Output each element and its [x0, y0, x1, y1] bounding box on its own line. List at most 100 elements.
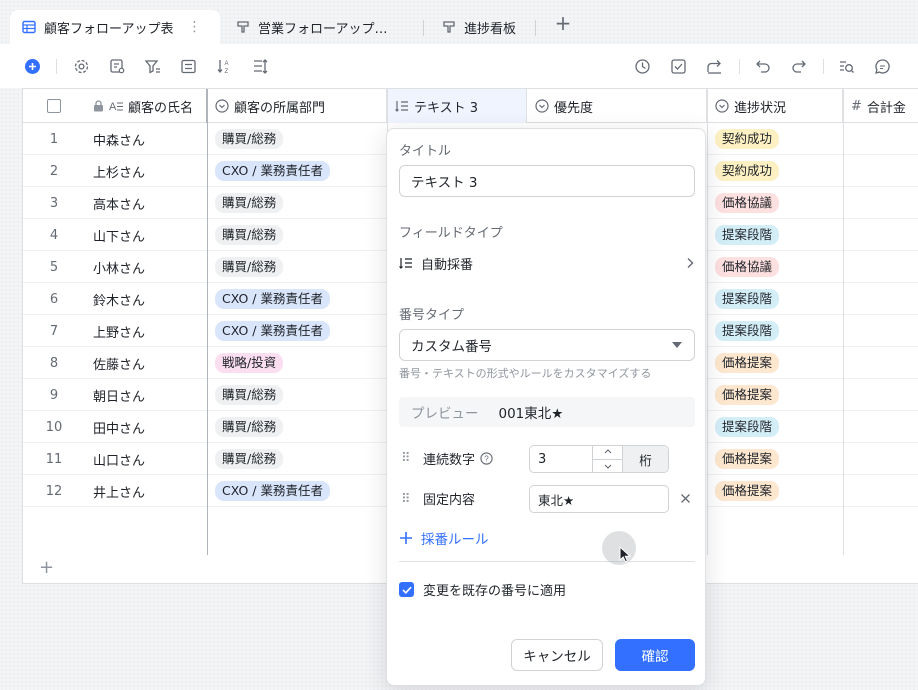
column-header-priority[interactable]: 優先度 — [527, 89, 707, 123]
settings-icon[interactable] — [73, 58, 90, 75]
add-tab-icon[interactable]: + — [554, 13, 572, 33]
add-rule-button[interactable]: 採番ルール — [399, 528, 489, 548]
column-header-status[interactable]: 進捗状況 — [707, 89, 843, 123]
sort-icon[interactable]: AZ — [216, 58, 233, 75]
status-cell[interactable]: 契約成功 — [707, 123, 843, 155]
tab-label: 顧客フォローアップ表 — [44, 21, 174, 37]
total-cell[interactable] — [843, 475, 918, 507]
seq-digits-stepper[interactable]: 3 桁 — [529, 445, 669, 473]
drag-handle-icon[interactable]: ⠿ — [401, 451, 411, 466]
number-type-select[interactable]: カスタム番号 — [399, 329, 695, 361]
help-icon[interactable]: ? — [480, 452, 493, 465]
undo-icon[interactable] — [755, 58, 772, 75]
total-cell[interactable] — [843, 411, 918, 443]
dept-cell[interactable]: 購買/総務 — [207, 219, 387, 251]
column-header-name[interactable]: A 顧客の氏名 — [85, 89, 207, 123]
customer-name-cell[interactable]: 鈴木さん — [85, 283, 207, 315]
status-cell[interactable]: 価格協議 — [707, 251, 843, 283]
field-settings-icon[interactable] — [109, 58, 126, 75]
status-cell[interactable]: 価格提案 — [707, 379, 843, 411]
checkbox-checked-icon[interactable] — [399, 582, 414, 597]
row-height-icon[interactable] — [252, 58, 269, 75]
dept-cell[interactable]: 購買/総務 — [207, 187, 387, 219]
tab-divider — [423, 20, 424, 36]
frozen-divider — [207, 89, 208, 555]
title-input[interactable]: テキスト 3 — [399, 165, 695, 197]
fixed-content-input[interactable]: 東北★ — [529, 485, 669, 513]
total-cell[interactable] — [843, 379, 918, 411]
total-cell[interactable] — [843, 123, 918, 155]
confirm-button[interactable]: 確認 — [615, 639, 695, 671]
filter-icon[interactable] — [144, 58, 161, 75]
customer-name-cell[interactable]: 山下さん — [85, 219, 207, 251]
customer-name-cell[interactable]: 田中さん — [85, 411, 207, 443]
customer-name-cell[interactable]: 上杉さん — [85, 155, 207, 187]
dept-cell[interactable]: 購買/総務 — [207, 411, 387, 443]
customer-name-cell[interactable]: 小林さん — [85, 251, 207, 283]
column-header-total[interactable]: # 合計金 — [843, 89, 918, 123]
dept-cell[interactable]: 購買/総務 — [207, 443, 387, 475]
total-cell[interactable] — [843, 187, 918, 219]
status-cell[interactable]: 価格提案 — [707, 475, 843, 507]
dept-cell[interactable]: 購買/総務 — [207, 379, 387, 411]
customer-name-cell[interactable]: 中森さん — [85, 123, 207, 155]
toolbar-divider — [739, 59, 740, 74]
add-row-icon[interactable]: + — [39, 557, 54, 578]
status-cell[interactable]: 提案段階 — [707, 315, 843, 347]
status-cell[interactable]: 契約成功 — [707, 155, 843, 187]
checklist-icon[interactable] — [670, 58, 687, 75]
customer-name-cell[interactable]: 高本さん — [85, 187, 207, 219]
stepper-up-icon[interactable] — [593, 446, 622, 460]
customer-name-cell[interactable]: 朝日さん — [85, 379, 207, 411]
dept-cell[interactable]: CXO / 業務責任者 — [207, 155, 387, 187]
dept-tag: 購買/総務 — [215, 417, 284, 437]
seq-label-text: 連続数字 — [423, 453, 476, 468]
redo-icon[interactable] — [790, 58, 807, 75]
customer-name: 高本さん — [93, 197, 146, 213]
dept-cell[interactable]: 購買/総務 — [207, 251, 387, 283]
dept-cell[interactable]: 戦略/投資 — [207, 347, 387, 379]
status-cell[interactable]: 提案段階 — [707, 283, 843, 315]
status-cell[interactable]: 提案段階 — [707, 411, 843, 443]
cancel-button[interactable]: キャンセル — [511, 639, 603, 671]
share-icon[interactable] — [706, 58, 723, 75]
dept-cell[interactable]: CXO / 業務責任者 — [207, 315, 387, 347]
field-type-selector[interactable]: 自動採番 — [399, 251, 695, 275]
seq-unit: 桁 — [622, 446, 668, 472]
customer-name-cell[interactable]: 山口さん — [85, 443, 207, 475]
total-cell[interactable] — [843, 315, 918, 347]
add-record-icon[interactable] — [24, 58, 41, 75]
total-cell[interactable] — [843, 251, 918, 283]
total-cell[interactable] — [843, 443, 918, 475]
status-cell[interactable]: 価格提案 — [707, 443, 843, 475]
dept-cell[interactable]: CXO / 業務責任者 — [207, 283, 387, 315]
tab-sales-followup[interactable]: 営業フォローアップ… — [224, 10, 399, 44]
total-cell[interactable] — [843, 219, 918, 251]
status-cell[interactable]: 価格協議 — [707, 187, 843, 219]
group-icon[interactable] — [180, 58, 197, 75]
column-header-dept[interactable]: 顧客の所属部門 — [207, 89, 387, 123]
comment-icon[interactable] — [874, 58, 891, 75]
more-vertical-icon[interactable]: ⋮ — [187, 19, 201, 35]
column-header-text3[interactable]: テキスト 3 — [387, 89, 527, 123]
stepper-down-icon[interactable] — [593, 460, 622, 473]
dept-cell[interactable]: CXO / 業務責任者 — [207, 475, 387, 507]
apply-existing-option[interactable]: 変更を既存の番号に適用 — [399, 580, 566, 599]
status-cell[interactable]: 提案段階 — [707, 219, 843, 251]
tab-progress-board[interactable]: 進捗看板 — [430, 10, 528, 44]
dept-tag: 購買/総務 — [215, 257, 284, 277]
tab-customer-followup[interactable]: 顧客フォローアップ表 ⋮ — [10, 10, 220, 44]
customer-name-cell[interactable]: 上野さん — [85, 315, 207, 347]
total-cell[interactable] — [843, 347, 918, 379]
select-all-checkbox[interactable] — [23, 89, 85, 123]
close-icon[interactable] — [680, 493, 691, 504]
customer-name-cell[interactable]: 佐藤さん — [85, 347, 207, 379]
history-icon[interactable] — [634, 58, 651, 75]
search-icon[interactable] — [838, 58, 855, 75]
customer-name-cell[interactable]: 井上さん — [85, 475, 207, 507]
dept-cell[interactable]: 購買/総務 — [207, 123, 387, 155]
status-cell[interactable]: 価格提案 — [707, 347, 843, 379]
drag-handle-icon[interactable]: ⠿ — [401, 492, 411, 507]
total-cell[interactable] — [843, 155, 918, 187]
total-cell[interactable] — [843, 283, 918, 315]
